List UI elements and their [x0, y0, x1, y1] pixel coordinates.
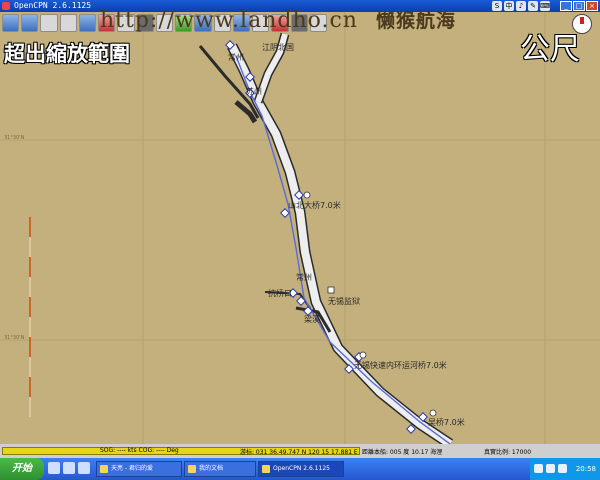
- volume-icon[interactable]: [546, 464, 555, 473]
- system-tray: 20:58: [530, 458, 600, 480]
- map-label: 梁溪: [304, 315, 320, 324]
- ime-icon[interactable]: [558, 464, 567, 473]
- map-label: 江阴北国: [262, 43, 294, 52]
- ime-lang-icon[interactable]: 中: [504, 1, 514, 11]
- distance-readout: 距離本船: 005 度 10.17 海浬: [362, 449, 443, 456]
- map-label: 苏州: [246, 87, 262, 96]
- minimize-button[interactable]: _: [560, 1, 572, 11]
- taskbar-item[interactable]: 天亮 - 君归的爱: [96, 461, 182, 477]
- map-label: 抗桥口: [268, 289, 292, 298]
- map-label: 常州: [228, 53, 244, 62]
- ime-toolbar: S 中 ♪ ✎ ⌨: [492, 1, 550, 11]
- route-icon[interactable]: [78, 14, 97, 32]
- maximize-button[interactable]: □: [573, 1, 585, 11]
- scale-in-icon[interactable]: [40, 14, 58, 32]
- zoom-in-icon[interactable]: [2, 14, 20, 32]
- scale-out-icon[interactable]: [59, 14, 77, 32]
- network-icon[interactable]: [534, 464, 543, 473]
- canal-channel: [198, 32, 454, 444]
- start-button[interactable]: 开始: [0, 458, 44, 480]
- taskbar-item[interactable]: OpenCPN 2.6.1125: [258, 461, 344, 477]
- grid-label: 31°30'N: [4, 135, 25, 141]
- grid-label: 31°30'N: [4, 335, 25, 341]
- map-label: 常州: [296, 273, 312, 282]
- ie-icon[interactable]: [48, 462, 60, 474]
- close-button[interactable]: ×: [586, 1, 598, 11]
- chart-svg: [0, 12, 600, 444]
- watermark-name: 懒猴航海: [375, 10, 456, 32]
- chart-canvas[interactable]: 江阴北国 常州 苏州 山北大桥7.0米 常州 无锡监狱 梁溪 抗桥口 无锡快速内…: [0, 12, 600, 444]
- zoom-out-icon[interactable]: [21, 14, 39, 32]
- depth-unit-label: 公尺: [520, 32, 580, 67]
- watermark: http://www.landho.cn 懒猴航海: [100, 6, 456, 33]
- app-icon: [2, 2, 10, 10]
- compass-icon[interactable]: [572, 14, 592, 34]
- ime-sound-icon[interactable]: ♪: [516, 1, 526, 11]
- clock: 20:58: [575, 465, 596, 473]
- sog-cog-readout: SOG: ---- kts COG: ---- Deg: [100, 447, 179, 454]
- watermark-url: http://www.landho.cn: [100, 8, 358, 33]
- map-label: 无锡快速内环运河桥7.0米: [354, 361, 447, 370]
- media-icon[interactable]: [78, 462, 90, 474]
- overzoom-warning: 超出縮放範圍: [4, 42, 130, 66]
- status-bar: SOG: ---- kts COG: ---- Deg 游标: 031 36.4…: [0, 444, 600, 458]
- quick-launch: [48, 462, 90, 474]
- map-label: 无锡监狱: [328, 297, 360, 306]
- ime-pen-icon[interactable]: ✎: [528, 1, 538, 11]
- ime-keyboard-icon[interactable]: ⌨: [540, 1, 550, 11]
- desktop-icon[interactable]: [63, 462, 75, 474]
- taskbar-item[interactable]: 我的文档: [184, 461, 256, 477]
- map-label: 山北大桥7.0米: [288, 201, 341, 210]
- scale-readout: 真實比例: 17000: [484, 449, 532, 456]
- taskbar: 开始 天亮 - 君归的爱 我的文档 OpenCPN 2.6.1125 20:58: [0, 458, 600, 480]
- ime-logo-icon[interactable]: S: [492, 1, 502, 11]
- window-controls: _ □ ×: [560, 1, 598, 11]
- map-label: 吴桥7.0米: [428, 418, 465, 427]
- window-title: OpenCPN 2.6.1125: [14, 1, 92, 10]
- cursor-position: 游标: 031 36.49.747 N 120 15 17.881 E: [240, 449, 358, 456]
